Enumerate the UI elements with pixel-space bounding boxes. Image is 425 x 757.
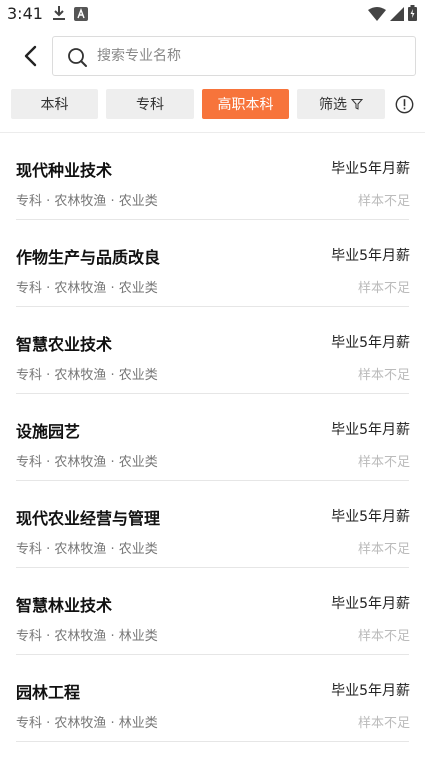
- degree-tabs: 本科 专科 高职本科 筛选: [0, 89, 425, 119]
- major-meta: 专科 · 农林牧渔 · 农业类: [16, 542, 158, 557]
- search-icon: [66, 46, 88, 68]
- major-name: 设施园艺: [16, 422, 81, 441]
- salary-label: 毕业5年月薪: [331, 335, 410, 351]
- list-item[interactable]: 设施园艺 专科 · 农林牧渔 · 农业类 毕业5年月薪 样本不足: [0, 394, 425, 481]
- major-meta: 专科 · 农林牧渔 · 农业类: [16, 368, 158, 383]
- salary-value: 样本不足: [357, 455, 410, 470]
- salary-label: 毕业5年月薪: [331, 596, 410, 612]
- list-item[interactable]: 园林工程 专科 · 农林牧渔 · 林业类 毕业5年月薪 样本不足: [0, 655, 425, 742]
- major-name: 智慧林业技术: [16, 596, 113, 615]
- salary-value: 样本不足: [357, 194, 410, 209]
- info-button[interactable]: [395, 95, 414, 114]
- list-item[interactable]: 智慧林业技术 专科 · 农林牧渔 · 林业类 毕业5年月薪 样本不足: [0, 568, 425, 655]
- major-meta: 专科 · 农林牧渔 · 农业类: [16, 281, 158, 296]
- search-box[interactable]: [52, 36, 416, 76]
- major-name: 现代种业技术: [16, 161, 113, 180]
- list-item[interactable]: 智慧农业技术 专科 · 农林牧渔 · 农业类 毕业5年月薪 样本不足: [0, 307, 425, 394]
- a-icon: [74, 6, 88, 25]
- major-name: 现代农业经营与管理: [16, 509, 161, 528]
- list-item[interactable]: 现代种业技术 专科 · 农林牧渔 · 农业类 毕业5年月薪 样本不足: [0, 133, 425, 220]
- salary-value: 样本不足: [357, 716, 410, 731]
- battery-icon: [408, 5, 417, 25]
- major-meta: 专科 · 农林牧渔 · 农业类: [16, 194, 158, 209]
- salary-label: 毕业5年月薪: [331, 248, 410, 264]
- signal-icon: [390, 6, 404, 25]
- salary-value: 样本不足: [357, 629, 410, 644]
- salary-value: 样本不足: [357, 542, 410, 557]
- salary-label: 毕业5年月薪: [331, 683, 410, 699]
- list-item[interactable]: 现代农业经营与管理 专科 · 农林牧渔 · 农业类 毕业5年月薪 样本不足: [0, 481, 425, 568]
- tab-vocational-undergraduate[interactable]: 高职本科: [202, 89, 289, 119]
- status-bar: 3:41: [0, 0, 425, 28]
- tab-junior-college[interactable]: 专科: [106, 89, 194, 119]
- search-row: [0, 34, 425, 78]
- back-arrow-icon: [24, 45, 37, 67]
- download-icon: [52, 5, 66, 25]
- salary-label: 毕业5年月薪: [331, 422, 410, 438]
- salary-value: 样本不足: [357, 368, 410, 383]
- filter-button[interactable]: 筛选: [297, 89, 385, 119]
- filter-label: 筛选: [319, 97, 347, 113]
- major-list: 现代种业技术 专科 · 农林牧渔 · 农业类 毕业5年月薪 样本不足 作物生产与…: [0, 133, 425, 742]
- major-meta: 专科 · 农林牧渔 · 林业类: [16, 716, 158, 731]
- back-button[interactable]: [18, 44, 44, 68]
- tab-undergraduate[interactable]: 本科: [11, 89, 98, 119]
- major-name: 园林工程: [16, 683, 81, 702]
- major-name: 作物生产与品质改良: [16, 248, 161, 267]
- salary-label: 毕业5年月薪: [331, 161, 410, 177]
- search-input[interactable]: [97, 44, 397, 68]
- tab-label: 高职本科: [217, 97, 274, 113]
- status-left-icons: [52, 5, 88, 25]
- list-item[interactable]: 作物生产与品质改良 专科 · 农林牧渔 · 农业类 毕业5年月薪 样本不足: [0, 220, 425, 307]
- major-name: 智慧农业技术: [16, 335, 113, 354]
- status-right-icons: [368, 5, 417, 25]
- tab-label: 专科: [136, 97, 164, 113]
- filter-icon: [351, 99, 363, 110]
- tab-label: 本科: [40, 97, 69, 113]
- info-icon: [395, 95, 414, 114]
- wifi-icon: [368, 6, 386, 25]
- status-time: 3:41: [7, 4, 43, 23]
- salary-value: 样本不足: [357, 281, 410, 296]
- salary-label: 毕业5年月薪: [331, 509, 410, 525]
- major-meta: 专科 · 农林牧渔 · 农业类: [16, 455, 158, 470]
- major-meta: 专科 · 农林牧渔 · 林业类: [16, 629, 158, 644]
